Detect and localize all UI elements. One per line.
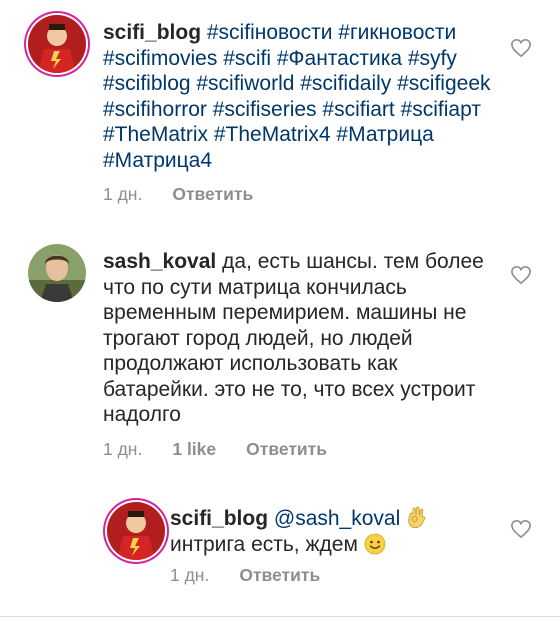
avatar-scifi-blog[interactable]	[107, 502, 165, 560]
comment-meta: 1 дн. Ответить	[103, 184, 253, 205]
avatar-image	[107, 502, 165, 560]
comment-username[interactable]: scifi_blog	[170, 507, 268, 530]
comment-time: 1 дн.	[103, 184, 143, 204]
heart-outline-icon[interactable]	[510, 38, 532, 58]
reply-button[interactable]: Ответить	[239, 565, 320, 586]
comment-time: 1 дн.	[103, 439, 143, 459]
comment-username[interactable]: sash_koval	[103, 250, 216, 273]
comment-meta: 1 дн. 1 like Ответить	[103, 439, 327, 460]
avatar-image	[28, 244, 86, 302]
avatar-sash-koval[interactable]	[28, 244, 86, 302]
heart-outline-icon[interactable]	[510, 265, 532, 285]
reply-button[interactable]: Ответить	[246, 439, 327, 460]
avatar-scifi-blog[interactable]	[28, 15, 86, 73]
divider	[0, 616, 560, 617]
avatar-image	[28, 15, 86, 73]
comment-body: scifi_blog @sash_koval интрига есть, жде…	[170, 505, 500, 557]
comment-text: да, есть шансы. тем более что по сути ма…	[103, 250, 484, 426]
comment-mention[interactable]: @sash_koval	[274, 507, 400, 530]
heart-outline-icon[interactable]	[510, 519, 532, 539]
smile-emoji-icon	[364, 533, 386, 554]
comment-username[interactable]: scifi_blog	[103, 21, 201, 44]
comment-text: интрига есть, ждем	[170, 532, 358, 556]
comment-body: scifi_blog #sciﬁновости #гикновости #sci…	[103, 20, 498, 173]
ok-hand-emoji-icon	[408, 506, 426, 528]
comment-body: sash_koval да, есть шансы. тем более что…	[103, 249, 498, 428]
likes-count[interactable]: 1 like	[172, 439, 216, 460]
comment-time: 1 дн.	[170, 565, 210, 585]
reply-button[interactable]: Ответить	[172, 184, 253, 205]
comment-meta: 1 дн. Ответить	[170, 565, 320, 586]
